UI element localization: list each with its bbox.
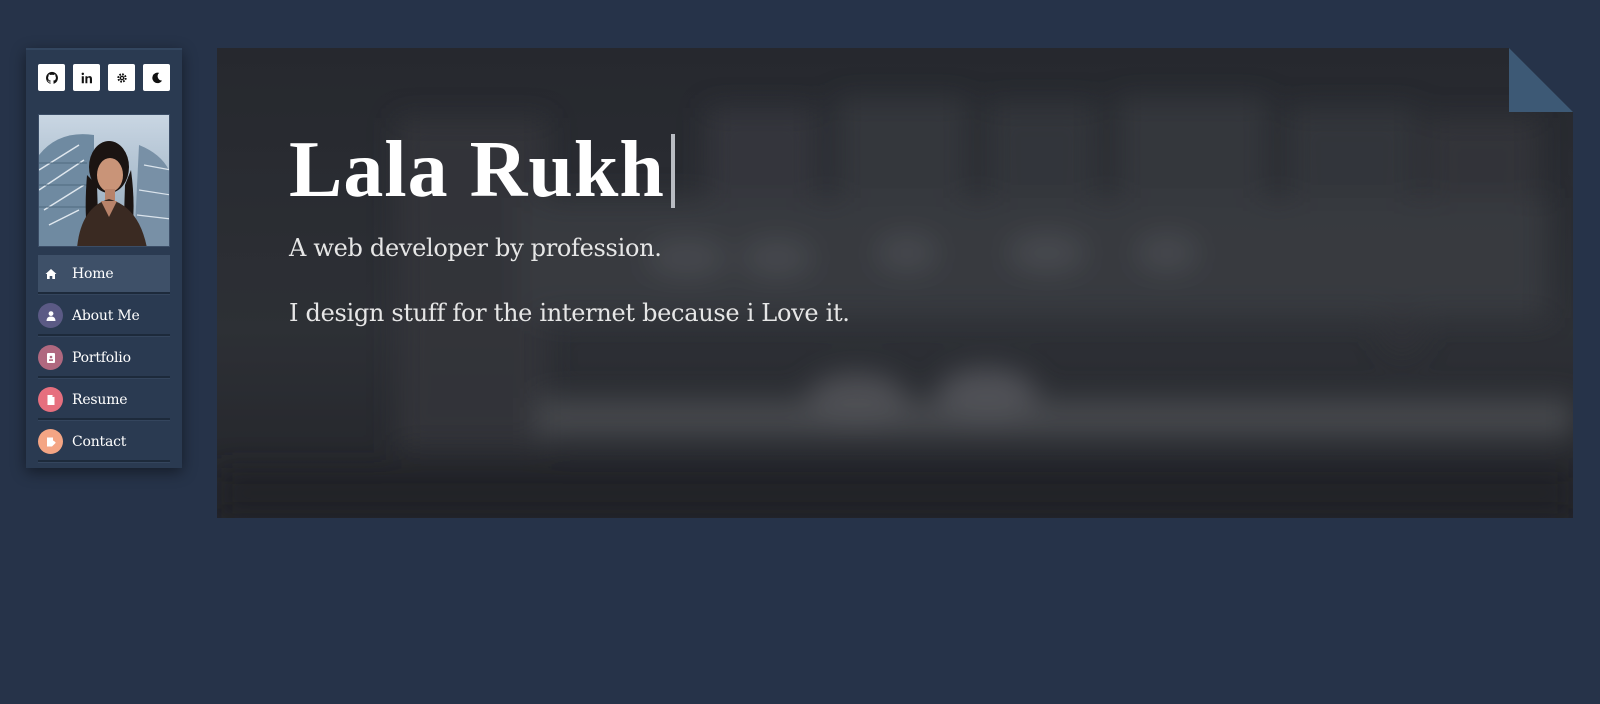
user-icon [38,303,63,328]
main-nav: Home About Me Portfolio Resume Contact [38,255,170,465]
hero-title: Lala Rukh [289,130,675,210]
nav-label-about: About Me [72,307,140,324]
nav-label-portfolio: Portfolio [72,349,131,366]
contact-icon [38,429,63,454]
hero-title-text: Lala Rukh [289,126,665,214]
github-button[interactable] [38,64,65,91]
nav-item-about[interactable]: About Me [38,297,170,336]
github-icon [45,71,58,84]
typing-cursor [670,134,675,208]
dark-mode-toggle[interactable] [143,64,170,91]
nav-item-resume[interactable]: Resume [38,381,170,420]
settings-icon [116,72,127,83]
nav-label-resume: Resume [72,391,128,408]
linkedin-icon [81,72,92,83]
document-icon [38,387,63,412]
social-links [38,64,170,91]
hero-banner: Lala Rukh A web developer by profession.… [217,48,1573,518]
sidebar: Home About Me Portfolio Resume Contact [26,48,182,468]
nav-label-contact: Contact [72,433,127,450]
moon-icon [151,72,162,83]
nav-item-contact[interactable]: Contact [38,423,170,462]
nav-label-home: Home [72,265,114,282]
settings-button[interactable] [108,64,135,91]
nav-item-portfolio[interactable]: Portfolio [38,339,170,378]
nav-item-home[interactable]: Home [38,255,170,294]
linkedin-button[interactable] [73,64,100,91]
profile-photo [38,114,170,247]
hero-background-image [217,48,1573,518]
page-fold-corner [1509,48,1573,112]
hero-subtitle: A web developer by profession. [289,234,662,262]
hero-tagline: I design stuff for the internet because … [289,299,850,327]
home-icon [38,261,63,286]
portfolio-icon [38,345,63,370]
